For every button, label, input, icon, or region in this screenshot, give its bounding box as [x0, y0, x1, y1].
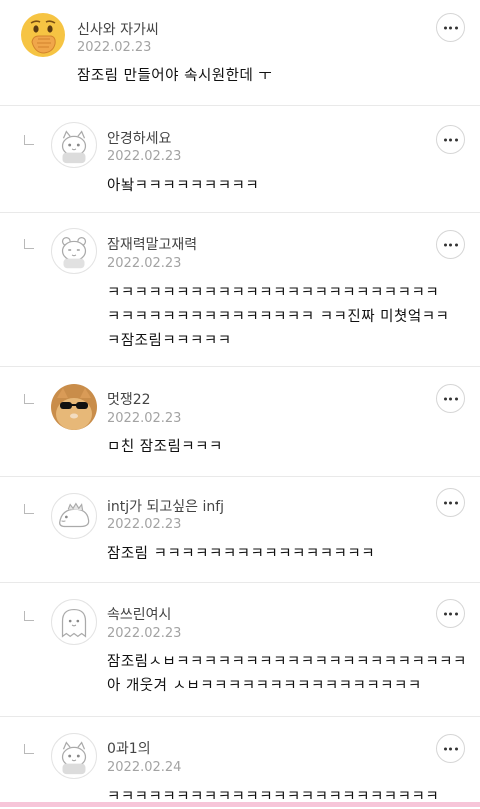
- reply-item: 속쓰린여시 2022.02.23 잠조림ㅅㅂㅋㅋㅋㅋㅋㅋㅋㅋㅋㅋㅋㅋㅋㅋㅋㅋㅋㅋ…: [0, 583, 480, 717]
- more-button[interactable]: [436, 384, 465, 413]
- reply-arrow-icon: [24, 504, 34, 514]
- comment-date: 2022.02.24: [107, 760, 182, 775]
- nickname[interactable]: 0과1의: [107, 738, 151, 758]
- reply-arrow-icon: [24, 394, 34, 404]
- more-button[interactable]: [436, 230, 465, 259]
- reply-arrow-icon: [24, 239, 34, 249]
- nickname[interactable]: 잠재력말고재력: [107, 234, 197, 254]
- nickname[interactable]: 속쓰린여시: [107, 604, 171, 624]
- comment-text: 잠조림ㅅㅂㅋㅋㅋㅋㅋㅋㅋㅋㅋㅋㅋㅋㅋㅋㅋㅋㅋㅋㅋㅋㅋ 아 개웃겨 ㅅㅂㅋㅋㅋㅋㅋ…: [107, 654, 467, 694]
- comment-date: 2022.02.23: [77, 40, 152, 55]
- more-dots-icon: [443, 612, 458, 615]
- comment-date: 2022.02.23: [107, 256, 182, 271]
- default-bear-avatar-icon: [61, 236, 87, 269]
- avatar[interactable]: [51, 228, 97, 274]
- default-cat-avatar-icon: [61, 130, 87, 164]
- more-button[interactable]: [436, 13, 465, 42]
- avatar[interactable]: [51, 599, 97, 645]
- default-cat-avatar-icon: [61, 741, 87, 775]
- reply-item: 안경하세요 2022.02.23 아놬ㅋㅋㅋㅋㅋㅋㅋㅋㅋ: [0, 106, 480, 213]
- comment-date: 2022.02.23: [107, 626, 182, 641]
- comment-text: ㅁ친 잠조림ㅋㅋㅋ: [107, 439, 223, 455]
- comment-text: ㅋㅋㅋㅋㅋㅋㅋㅋㅋㅋㅋㅋㅋㅋㅋㅋㅋㅋㅋㅋㅋㅋㅋㅋ ㅋㅋㅋㅋㅋㅋㅋㅋㅋㅋㅋㅋㅋㅋㅋ…: [107, 285, 450, 349]
- reply-arrow-icon: [24, 744, 34, 754]
- cat-with-sunglasses-photo-icon: [51, 384, 97, 430]
- avatar[interactable]: [51, 493, 97, 539]
- avatar[interactable]: [51, 733, 97, 779]
- avatar[interactable]: [51, 384, 97, 430]
- more-dots-icon: [443, 138, 458, 141]
- avatar[interactable]: [20, 12, 66, 58]
- more-button[interactable]: [436, 125, 465, 154]
- more-button[interactable]: [436, 599, 465, 628]
- reply-item: 멋쟁22 2022.02.23 ㅁ친 잠조림ㅋㅋㅋ: [0, 367, 480, 477]
- comment-text: 잠조림 ㅋㅋㅋㅋㅋㅋㅋㅋㅋㅋㅋㅋㅋㅋㅋㅋ: [107, 546, 376, 562]
- hand-over-mouth-emoji-icon: [21, 13, 65, 57]
- more-dots-icon: [443, 26, 458, 29]
- nickname[interactable]: 안경하세요: [107, 128, 171, 148]
- nickname[interactable]: 신사와 자가씨: [77, 19, 159, 39]
- reply-item: 0과1의 2022.02.24 ㅋㅋㅋㅋㅋㅋㅋㅋㅋㅋㅋㅋㅋㅋㅋㅋㅋㅋㅋㅋㅋㅋㅋㅋ: [0, 717, 480, 807]
- nickname[interactable]: intj가 되고싶은 infj: [107, 496, 224, 516]
- more-dots-icon: [443, 501, 458, 504]
- reply-item: intj가 되고싶은 infj 2022.02.23 잠조림 ㅋㅋㅋㅋㅋㅋㅋㅋㅋ…: [0, 477, 480, 583]
- comment-text: 아놬ㅋㅋㅋㅋㅋㅋㅋㅋㅋ: [107, 178, 260, 194]
- default-ghost-avatar-icon: [61, 608, 87, 638]
- more-dots-icon: [443, 397, 458, 400]
- more-dots-icon: [443, 243, 458, 246]
- more-dots-icon: [443, 747, 458, 750]
- avatar[interactable]: [51, 122, 97, 168]
- default-dino-avatar-icon: [59, 502, 90, 528]
- comment-text: 잠조림 만들어야 속시원한데 ㅜ: [77, 68, 273, 84]
- comment-date: 2022.02.23: [107, 149, 182, 164]
- comment-date: 2022.02.23: [107, 411, 182, 426]
- comment-date: 2022.02.23: [107, 517, 182, 532]
- reply-arrow-icon: [24, 135, 34, 145]
- more-button[interactable]: [436, 734, 465, 763]
- comment-item: 신사와 자가씨 2022.02.23 잠조림 만들어야 속시원한데 ㅜ: [0, 0, 480, 106]
- more-button[interactable]: [436, 488, 465, 517]
- nickname[interactable]: 멋쟁22: [107, 389, 151, 409]
- reply-arrow-icon: [24, 611, 34, 621]
- bottom-accent-bar: [0, 802, 480, 807]
- reply-item: 잠재력말고재력 2022.02.23 ㅋㅋㅋㅋㅋㅋㅋㅋㅋㅋㅋㅋㅋㅋㅋㅋㅋㅋㅋㅋㅋ…: [0, 213, 480, 367]
